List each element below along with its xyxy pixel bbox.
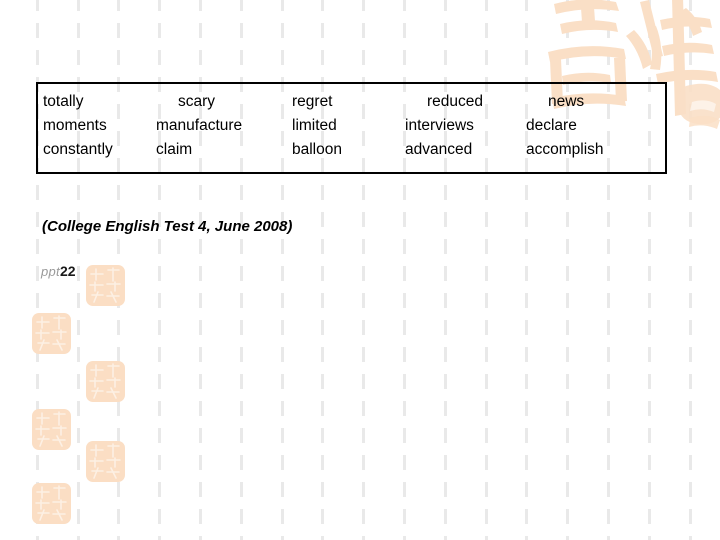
grid-dash-line xyxy=(199,0,202,540)
grid-dash-line xyxy=(403,0,406,540)
vocabulary-word: advanced xyxy=(405,141,473,158)
grid-dash-line xyxy=(158,0,161,540)
vocabulary-word: manufacture xyxy=(156,117,243,134)
vocabulary-word: constantly xyxy=(43,141,113,158)
word-column-5: news declare accomplish xyxy=(526,90,604,162)
vocabulary-word: moments xyxy=(43,117,107,134)
decorative-seal-square xyxy=(86,265,125,306)
decorative-seal-square xyxy=(86,361,125,402)
word-column-1: totally moments constantly xyxy=(43,90,113,162)
vocabulary-word: limited xyxy=(292,117,337,134)
decorative-seal-square xyxy=(86,441,125,482)
vocabulary-word: balloon xyxy=(292,141,342,158)
grid-dash-line xyxy=(117,0,120,540)
vocabulary-word: claim xyxy=(156,141,193,158)
background-dashed-grid xyxy=(0,0,720,540)
grid-dash-line xyxy=(525,0,528,540)
vocabulary-word: totally xyxy=(43,93,84,110)
decorative-seal-square xyxy=(32,313,71,354)
vocabulary-word: scary xyxy=(178,93,216,110)
decorative-seal-square xyxy=(32,483,71,524)
marker-prefix-label: ppt xyxy=(41,264,60,279)
vocabulary-word: declare xyxy=(526,117,577,134)
vocabulary-word: news xyxy=(548,93,585,110)
grid-dash-line xyxy=(566,0,569,540)
grid-dash-line xyxy=(689,0,692,540)
grid-dash-line xyxy=(607,0,610,540)
slide-number-marker: ppt22 xyxy=(41,263,76,280)
vocabulary-word: interviews xyxy=(405,117,474,134)
marker-number-label: 22 xyxy=(59,263,76,279)
slide-canvas: totally moments constantly scary manufactur… xyxy=(0,0,720,540)
grid-dash-line xyxy=(485,0,488,540)
grid-dash-line xyxy=(281,0,284,540)
grid-dash-line xyxy=(240,0,243,540)
grid-dash-line xyxy=(77,0,80,540)
vocabulary-word: regret xyxy=(292,93,333,110)
word-column-4: reduced interviews advanced xyxy=(405,90,483,162)
vocabulary-word: reduced xyxy=(427,93,484,110)
vocabulary-word-box: totally moments constantly scary manufactur… xyxy=(36,82,667,174)
grid-dash-line xyxy=(362,0,365,540)
word-column-2: scary manufacture claim xyxy=(156,90,242,162)
grid-dash-line xyxy=(444,0,447,540)
vocabulary-word: accomplish xyxy=(526,141,604,158)
grid-dash-line xyxy=(648,0,651,540)
decorative-seal-square xyxy=(32,409,71,450)
grid-dash-line xyxy=(36,0,39,540)
grid-dash-line xyxy=(321,0,324,540)
source-citation: (College English Test 4, June 2008) xyxy=(42,218,293,235)
word-column-3: regret limited balloon xyxy=(292,90,342,162)
